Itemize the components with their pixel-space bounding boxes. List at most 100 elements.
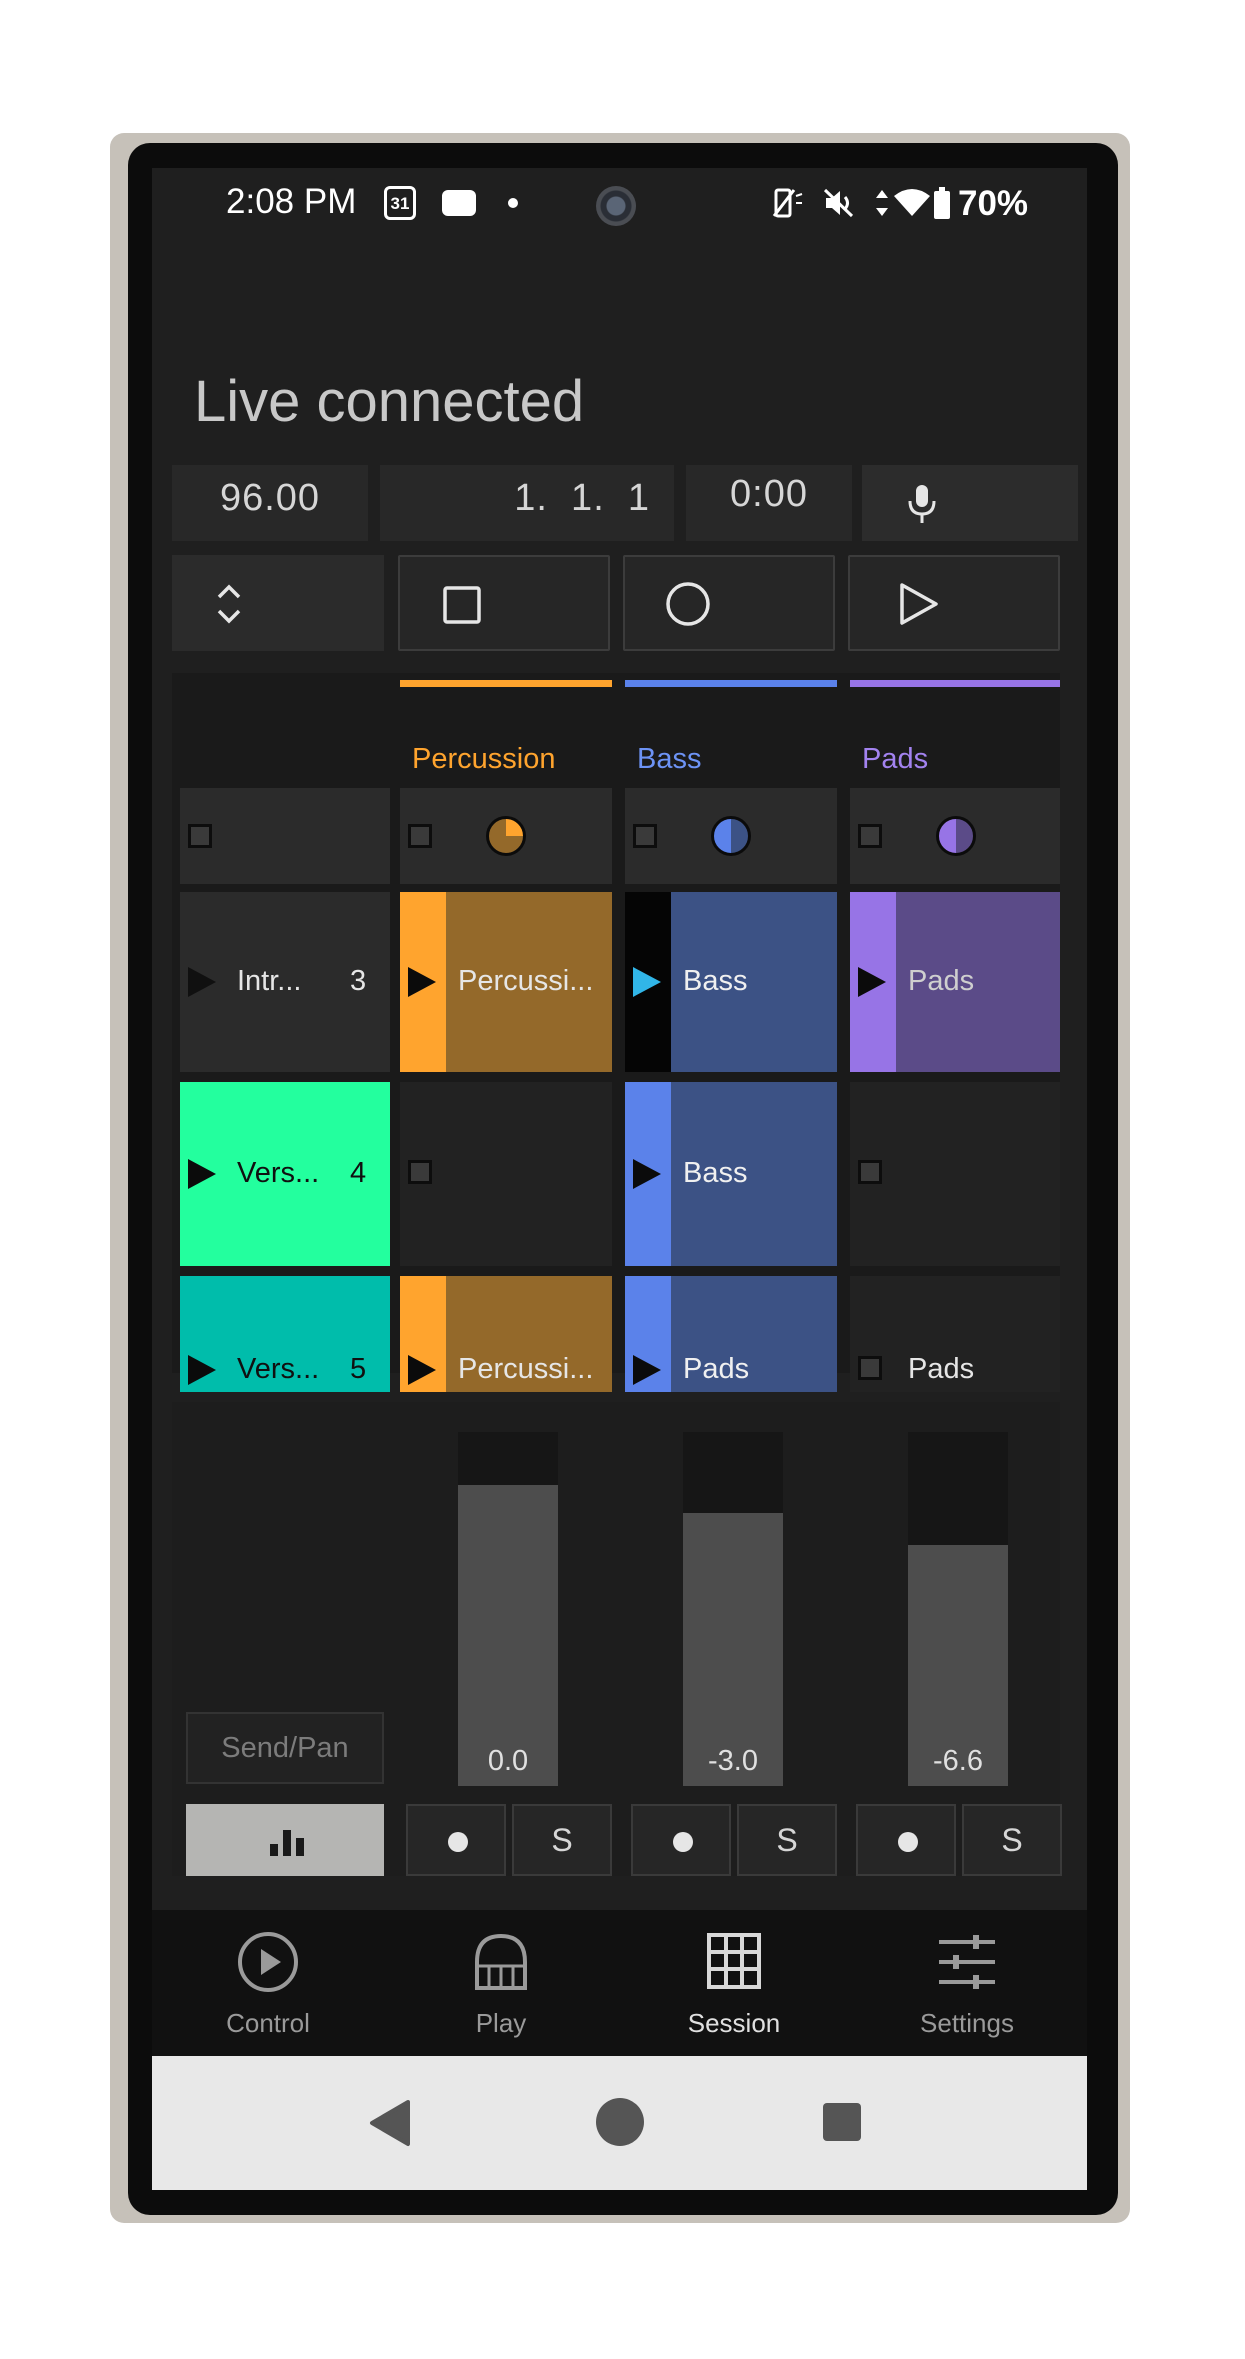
expand-collapse-icon bbox=[217, 584, 241, 624]
scene-launch-verse-5[interactable]: Vers... 5 bbox=[180, 1276, 390, 1392]
nav-session[interactable]: Session bbox=[634, 1910, 834, 2056]
volume-fader-bass[interactable]: -3.0 bbox=[683, 1432, 783, 1786]
track-stop-pads[interactable] bbox=[850, 788, 1060, 884]
position-field[interactable]: 1. 1. 1 bbox=[380, 465, 674, 541]
clip-progress-icon bbox=[486, 816, 526, 856]
clip-bass-1[interactable]: Bass bbox=[625, 892, 837, 1072]
back-icon[interactable] bbox=[368, 2098, 412, 2148]
arm-button-percussion[interactable] bbox=[406, 1804, 506, 1876]
solo-label: S bbox=[1001, 1822, 1023, 1858]
clip-progress-icon bbox=[936, 816, 976, 856]
nav-label: Play bbox=[475, 2008, 527, 2038]
volume-value: -3.0 bbox=[708, 1745, 758, 1777]
piano-icon bbox=[475, 1933, 527, 1990]
status-time: 2:08 PM bbox=[226, 182, 357, 221]
recents-icon[interactable] bbox=[820, 2100, 864, 2144]
scene-number: 3 bbox=[350, 965, 367, 997]
clip-percussion-1[interactable]: Percussi... bbox=[400, 892, 612, 1072]
send-pan-button[interactable]: Send/Pan bbox=[186, 1712, 384, 1784]
stop-clip-icon bbox=[858, 1160, 882, 1184]
stop-clip-icon bbox=[858, 824, 882, 848]
clip-pads-1[interactable]: Pads bbox=[850, 892, 1060, 1072]
scene-launch-intro[interactable]: Intr... 3 bbox=[180, 892, 390, 1072]
stop-clip-icon bbox=[408, 824, 432, 848]
time-value: 0:00 bbox=[730, 473, 808, 515]
solo-button-bass[interactable]: S bbox=[737, 1804, 837, 1876]
scene-name: Vers... bbox=[237, 1353, 320, 1385]
scene-play-icon bbox=[188, 967, 216, 997]
track-name-bass[interactable]: Bass bbox=[637, 743, 701, 776]
status-bar: 2:08 PM 31 70% bbox=[152, 168, 1087, 238]
record-button[interactable] bbox=[623, 555, 835, 651]
track-stop-percussion[interactable] bbox=[400, 788, 612, 884]
volume-fader-percussion[interactable]: 0.0 bbox=[458, 1432, 558, 1786]
sliders-icon bbox=[939, 1935, 995, 1989]
nav-play[interactable]: Play bbox=[401, 1910, 601, 2056]
clip-slot-percussion-2[interactable] bbox=[400, 1082, 612, 1266]
clip-percussion-3[interactable]: Percussi... bbox=[400, 1276, 612, 1392]
clip-progress-icon bbox=[711, 816, 751, 856]
solo-button-pads[interactable]: S bbox=[962, 1804, 1062, 1876]
camera-cutout bbox=[596, 186, 636, 226]
clip-playing-icon bbox=[633, 967, 661, 997]
side-button-lower bbox=[1118, 918, 1130, 1068]
volume-value: 0.0 bbox=[487, 1745, 529, 1777]
play-icon bbox=[900, 583, 938, 625]
clip-label: Pads bbox=[683, 1353, 750, 1385]
play-button[interactable] bbox=[848, 555, 1060, 651]
tray-icon bbox=[442, 190, 476, 216]
volume-fader-pads[interactable]: -6.6 bbox=[908, 1432, 1008, 1786]
home-icon[interactable] bbox=[594, 2096, 646, 2148]
send-pan-label: Send/Pan bbox=[221, 1732, 349, 1764]
battery-percent: 70% bbox=[958, 184, 1029, 223]
track-name-pads[interactable]: Pads bbox=[862, 743, 928, 776]
time-field[interactable]: 0:00 bbox=[686, 465, 852, 541]
clip-play-icon bbox=[633, 1159, 661, 1189]
clip-label: Pads bbox=[908, 965, 975, 997]
microphone-icon bbox=[908, 485, 936, 523]
solo-button-percussion[interactable]: S bbox=[512, 1804, 612, 1876]
page-title: Live connected bbox=[194, 369, 585, 434]
side-button-upper bbox=[1118, 528, 1130, 758]
clip-bass-2[interactable]: Bass bbox=[625, 1082, 837, 1266]
system-navigation-bar bbox=[152, 2056, 1087, 2190]
record-arm-icon bbox=[673, 1832, 693, 1852]
clip-pads-3[interactable]: Pads bbox=[850, 1276, 1060, 1392]
calendar-icon: 31 bbox=[384, 186, 416, 220]
tempo-value: 96.00 bbox=[219, 477, 321, 519]
expand-collapse-button[interactable] bbox=[172, 555, 384, 651]
arm-button-bass[interactable] bbox=[631, 1804, 731, 1876]
scene-play-icon bbox=[188, 1159, 216, 1189]
notification-dot-icon bbox=[508, 198, 518, 208]
nav-label: Settings bbox=[920, 2008, 1014, 2038]
microphone-button[interactable] bbox=[862, 465, 1078, 541]
scene-launch-verse-4[interactable]: Vers... 4 bbox=[180, 1082, 390, 1266]
fader-level bbox=[458, 1485, 558, 1786]
tempo-field[interactable]: 96.00 bbox=[172, 465, 368, 541]
scene-name: Intr... bbox=[237, 965, 302, 997]
stop-icon bbox=[443, 586, 481, 624]
track-color-bar-percussion bbox=[400, 680, 612, 687]
clip-label: Percussi... bbox=[458, 965, 594, 997]
track-name-percussion[interactable]: Percussion bbox=[412, 743, 555, 776]
arm-button-pads[interactable] bbox=[856, 1804, 956, 1876]
clip-slot-pads-2[interactable] bbox=[850, 1082, 1060, 1266]
clip-play-icon bbox=[633, 1355, 661, 1385]
clip-bass-3[interactable]: Pads bbox=[625, 1276, 837, 1392]
scene-number: 4 bbox=[350, 1157, 367, 1189]
battery-icon bbox=[934, 187, 950, 219]
nav-settings[interactable]: Settings bbox=[867, 1910, 1067, 2056]
track-stop-bass[interactable] bbox=[625, 788, 837, 884]
stop-all-clips[interactable] bbox=[180, 788, 390, 884]
scene-name: Vers... bbox=[237, 1157, 320, 1189]
nav-control[interactable]: Control bbox=[168, 1910, 368, 2056]
mixer-view-button[interactable] bbox=[186, 1804, 384, 1876]
bar-chart-icon bbox=[270, 1830, 304, 1856]
stop-button[interactable] bbox=[398, 555, 610, 651]
clip-play-icon bbox=[408, 1355, 436, 1385]
record-arm-icon bbox=[898, 1832, 918, 1852]
data-arrows-icon bbox=[876, 190, 888, 216]
grid-icon bbox=[707, 1933, 761, 1989]
clip-label: Pads bbox=[908, 1353, 975, 1385]
clip-label: Bass bbox=[683, 965, 748, 997]
